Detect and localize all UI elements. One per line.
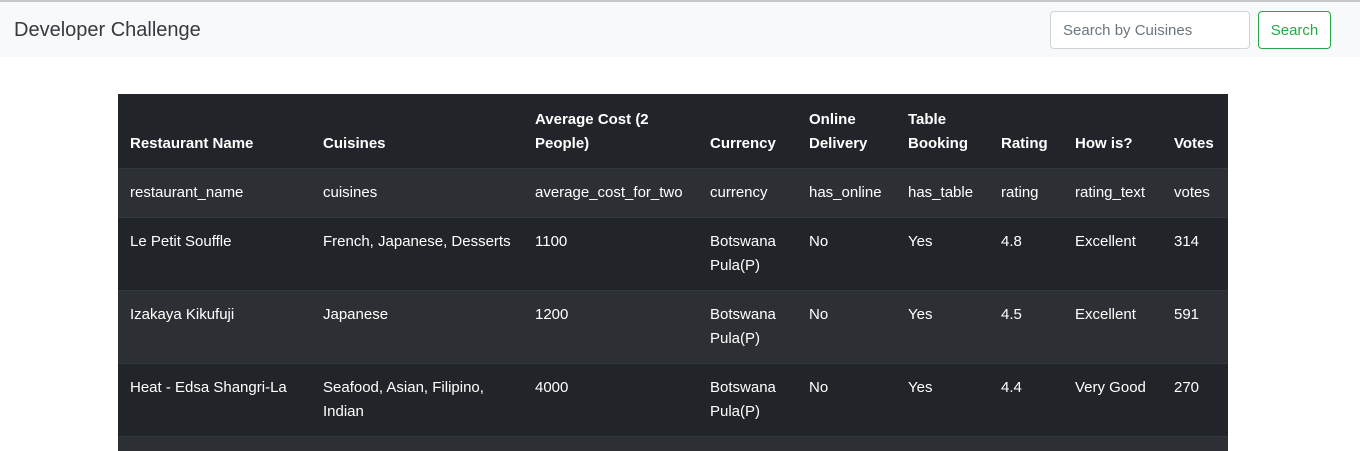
- cell-cuisines: French, Japanese, Desserts: [311, 217, 523, 291]
- cell-currency: currency: [698, 168, 797, 218]
- cell-how-is: rating_text: [1063, 168, 1162, 218]
- table-row: Le Petit Souffle French, Japanese, Desse…: [118, 217, 1228, 291]
- header-restaurant-name: Restaurant Name: [118, 94, 311, 169]
- cell-cuisines: Japanese: [311, 290, 523, 364]
- cell-rating: rating: [989, 168, 1063, 218]
- search-button[interactable]: Search: [1258, 11, 1331, 49]
- header-online-delivery: Online Delivery: [797, 94, 896, 169]
- header-rating: Rating: [989, 94, 1063, 169]
- restaurant-table-container: Restaurant Name Cuisines Average Cost (2…: [118, 94, 1228, 451]
- cell-average-cost: 4000: [523, 363, 698, 437]
- cell-how-is: Excellent: [1063, 290, 1162, 364]
- navbar-brand[interactable]: Developer Challenge: [14, 19, 201, 42]
- table-header-row: Restaurant Name Cuisines Average Cost (2…: [118, 94, 1228, 169]
- cell-restaurant-name: Izakaya Kikufuji: [118, 290, 311, 364]
- cell-restaurant-name: Le Petit Souffle: [118, 217, 311, 291]
- header-cuisines: Cuisines: [311, 94, 523, 169]
- cell-table-booking: Yes: [896, 290, 989, 364]
- cell-online-delivery: No: [797, 217, 896, 291]
- header-average-cost: Average Cost (2 People): [523, 94, 698, 169]
- cell-votes: 591: [1162, 290, 1228, 364]
- cell-rating: 4.4: [989, 363, 1063, 437]
- cell-how-is: Excellent: [1063, 217, 1162, 291]
- header-table-booking: Table Booking: [896, 94, 989, 169]
- restaurant-table: Restaurant Name Cuisines Average Cost (2…: [118, 94, 1228, 451]
- header-currency: Currency: [698, 94, 797, 169]
- cell-currency: Botswana Pula(P): [698, 217, 797, 291]
- cell-table-booking: has_table: [896, 168, 989, 218]
- cell-votes: 270: [1162, 363, 1228, 437]
- search-input[interactable]: [1050, 11, 1250, 49]
- table-row-overflow: [118, 436, 1228, 451]
- cell-restaurant-name: Heat - Edsa Shangri-La: [118, 363, 311, 437]
- table-row-partial: [118, 436, 1228, 451]
- table-row: restaurant_name cuisines average_cost_fo…: [118, 168, 1228, 218]
- cell-online-delivery: has_online: [797, 168, 896, 218]
- cell-average-cost: average_cost_for_two: [523, 168, 698, 218]
- cell-average-cost: 1100: [523, 217, 698, 291]
- cell-votes: 314: [1162, 217, 1228, 291]
- navbar: Developer Challenge Search: [0, 2, 1360, 57]
- cell-how-is: Very Good: [1063, 363, 1162, 437]
- table-row: Heat - Edsa Shangri-La Seafood, Asian, F…: [118, 363, 1228, 437]
- cell-restaurant-name: restaurant_name: [118, 168, 311, 218]
- cell-cuisines: Seafood, Asian, Filipino, Indian: [311, 363, 523, 437]
- cell-cuisines: cuisines: [311, 168, 523, 218]
- header-how-is: How is?: [1063, 94, 1162, 169]
- cell-currency: Botswana Pula(P): [698, 363, 797, 437]
- table-row: Izakaya Kikufuji Japanese 1200 Botswana …: [118, 290, 1228, 364]
- cell-online-delivery: No: [797, 290, 896, 364]
- cell-table-booking: Yes: [896, 363, 989, 437]
- cell-table-booking: Yes: [896, 217, 989, 291]
- cell-rating: 4.8: [989, 217, 1063, 291]
- cell-average-cost: 1200: [523, 290, 698, 364]
- header-votes: Votes: [1162, 94, 1228, 169]
- cell-online-delivery: No: [797, 363, 896, 437]
- cell-votes: votes: [1162, 168, 1228, 218]
- cell-currency: Botswana Pula(P): [698, 290, 797, 364]
- cell-rating: 4.5: [989, 290, 1063, 364]
